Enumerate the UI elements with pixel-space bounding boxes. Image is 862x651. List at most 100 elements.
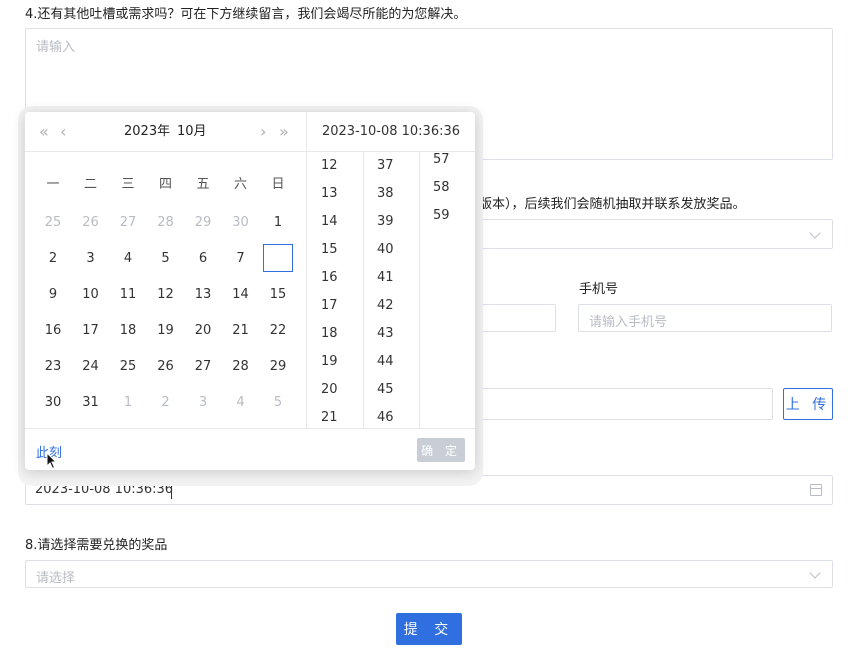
weekday-label: 五 <box>196 176 210 192</box>
weekday-label: 一 <box>46 176 60 192</box>
calendar-day[interactable]: 24 <box>76 352 106 380</box>
hour-option[interactable]: 14 <box>321 208 361 236</box>
calendar-day[interactable]: 10 <box>76 280 106 308</box>
calendar-day[interactable]: 21 <box>226 316 256 344</box>
hour-option[interactable]: 13 <box>321 180 361 208</box>
question-4-title: 4.还有其他吐槽或需求吗？可在下方继续留言，我们会竭尽所能的为您解决。 <box>25 7 467 22</box>
minute-option[interactable]: 40 <box>377 236 417 264</box>
phone-input[interactable]: 请输入手机号 <box>578 304 832 332</box>
weekday-label: 六 <box>233 176 247 192</box>
hour-option[interactable]: 20 <box>321 376 361 404</box>
calendar-day[interactable]: 3 <box>188 388 218 416</box>
calendar-day[interactable]: 9 <box>38 280 68 308</box>
calendar-day[interactable]: 30 <box>38 388 68 416</box>
calendar-day[interactable]: 27 <box>113 208 143 236</box>
minute-option[interactable]: 41 <box>377 264 417 292</box>
calendar-day[interactable]: 29 <box>263 352 293 380</box>
calendar-day[interactable]: 2 <box>38 244 68 272</box>
calendar-day[interactable]: 23 <box>38 352 68 380</box>
hour-option[interactable]: 18 <box>321 320 361 348</box>
calendar-day[interactable]: 14 <box>226 280 256 308</box>
feedback-placeholder: 请输入 <box>36 40 76 55</box>
calendar-day[interactable]: 7 <box>226 244 256 272</box>
minute-option[interactable]: 37 <box>377 152 417 180</box>
calendar-day[interactable]: 5 <box>151 244 181 272</box>
hour-option[interactable]: 12 <box>321 152 361 180</box>
submit-button[interactable]: 提 交 <box>396 613 462 645</box>
calendar-day-grid: 25 26 27 28 29 30 1 2 3 4 5 6 7 9 10 11 12 13 14 15 16 17 18 19… <box>38 204 293 420</box>
calendar-day[interactable]: 16 <box>38 316 68 344</box>
calendar-day[interactable]: 18 <box>113 316 143 344</box>
mouse-cursor-icon <box>46 452 58 470</box>
minute-option[interactable]: 39 <box>377 208 417 236</box>
calendar-day[interactable]: 1 <box>113 388 143 416</box>
year-label[interactable]: 2023年 <box>124 112 170 152</box>
calendar-day[interactable]: 25 <box>113 352 143 380</box>
hour-option[interactable]: 15 <box>321 236 361 264</box>
calendar-day[interactable]: 13 <box>188 280 218 308</box>
upload-button[interactable]: 上 传 <box>783 388 833 420</box>
calendar-week-row: 16 17 18 19 20 21 22 <box>38 312 293 348</box>
calendar-icon[interactable] <box>810 484 822 496</box>
calendar-day[interactable]: 31 <box>76 388 106 416</box>
calendar-week-row: 234567 <box>38 240 293 276</box>
hour-option[interactable]: 19 <box>321 348 361 376</box>
prev-year-icon[interactable]: « <box>39 112 49 152</box>
calendar-day[interactable]: 4 <box>113 244 143 272</box>
calendar-day[interactable]: 11 <box>113 280 143 308</box>
minute-option[interactable]: 44 <box>377 348 417 376</box>
next-month-icon[interactable]: › <box>260 112 266 152</box>
minute-option[interactable]: 42 <box>377 292 417 320</box>
calendar-day[interactable]: 26 <box>76 208 106 236</box>
confirm-button[interactable]: 确 定 <box>417 438 465 462</box>
minute-option[interactable]: 38 <box>377 180 417 208</box>
second-option[interactable]: 59 <box>433 202 473 230</box>
calendar-day[interactable]: 28 <box>226 352 256 380</box>
calendar-week-row: 9 10 11 12 13 14 15 <box>38 276 293 312</box>
calendar-day[interactable]: 1 <box>263 208 293 236</box>
calendar-day[interactable]: 3 <box>76 244 106 272</box>
calendar-week-row: 25 26 27 28 29 30 1 <box>38 204 293 240</box>
prev-month-icon[interactable]: ‹ <box>60 112 66 152</box>
calendar-day[interactable]: 6 <box>188 244 218 272</box>
calendar-day[interactable]: 26 <box>151 352 181 380</box>
calendar-day[interactable]: 29 <box>188 208 218 236</box>
calendar-day[interactable]: 17 <box>76 316 106 344</box>
phone-label: 手机号 <box>579 282 619 297</box>
prize-select-placeholder: 请选择 <box>36 571 76 586</box>
next-year-icon[interactable]: » <box>279 112 289 152</box>
divider <box>363 152 364 428</box>
calendar-day[interactable]: 25 <box>38 208 68 236</box>
second-option[interactable]: 57 <box>433 146 473 174</box>
minute-column[interactable]: 37 38 39 40 41 42 43 44 45 46 <box>377 152 417 432</box>
datetime-picker-popup: « ‹ 2023年 10月 › » 2023-10-08 10:36:36 一二… <box>25 112 475 470</box>
calendar-day[interactable]: 27 <box>188 352 218 380</box>
calendar-week-row: 30 31 1 2 3 4 5 <box>38 384 293 420</box>
calendar-day[interactable]: 5 <box>263 388 293 416</box>
divider <box>306 112 307 428</box>
calendar-day[interactable]: 20 <box>188 316 218 344</box>
calendar-day[interactable]: 15 <box>263 280 293 308</box>
calendar-week-row: 23 24 25 26 27 28 29 <box>38 348 293 384</box>
calendar-day[interactable]: 19 <box>151 316 181 344</box>
calendar-day[interactable]: 22 <box>263 316 293 344</box>
weekday-label: 四 <box>158 176 172 192</box>
month-label[interactable]: 10月 <box>177 112 207 152</box>
calendar-day[interactable]: 2 <box>151 388 181 416</box>
calendar-header: « ‹ 2023年 10月 › » <box>25 112 306 152</box>
hour-option[interactable]: 16 <box>321 264 361 292</box>
calendar-day[interactable]: 4 <box>226 388 256 416</box>
calendar-day[interactable]: 30 <box>226 208 256 236</box>
calendar-day-selected[interactable] <box>263 244 293 272</box>
phone-placeholder: 请输入手机号 <box>589 315 668 330</box>
calendar-day[interactable]: 12 <box>151 280 181 308</box>
second-option[interactable]: 58 <box>433 174 473 202</box>
chevron-down-icon <box>809 227 821 239</box>
hour-option[interactable]: 17 <box>321 292 361 320</box>
prize-select[interactable]: 请选择 <box>25 560 833 588</box>
minute-option[interactable]: 43 <box>377 320 417 348</box>
minute-option[interactable]: 45 <box>377 376 417 404</box>
calendar-day[interactable]: 28 <box>151 208 181 236</box>
hour-column[interactable]: 12 13 14 15 16 17 18 19 20 21 <box>321 152 361 432</box>
second-column[interactable]: 57 58 59 <box>433 146 473 230</box>
